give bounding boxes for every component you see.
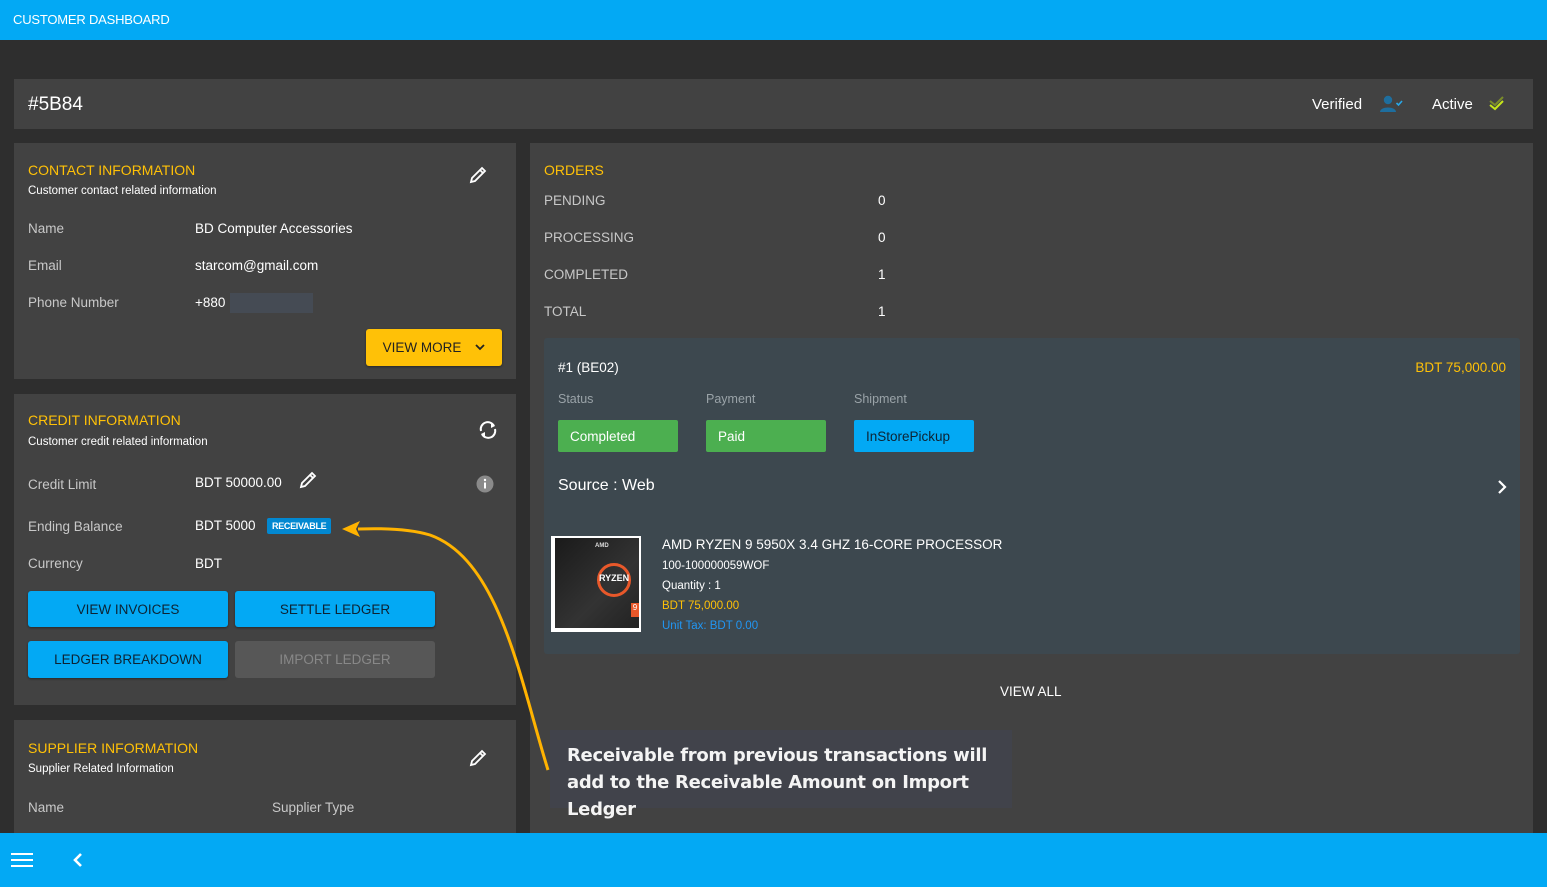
annotation-arrow-head xyxy=(342,521,360,537)
hamburger-menu-icon xyxy=(11,853,33,867)
back-button[interactable] xyxy=(66,848,90,872)
chevron-left-icon xyxy=(73,853,82,867)
annotation-callout: Receivable from previous transactions wi… xyxy=(550,730,1012,820)
bottom-bar xyxy=(0,833,1547,887)
annotation-arrow-line xyxy=(357,527,550,771)
menu-button[interactable] xyxy=(10,848,34,872)
